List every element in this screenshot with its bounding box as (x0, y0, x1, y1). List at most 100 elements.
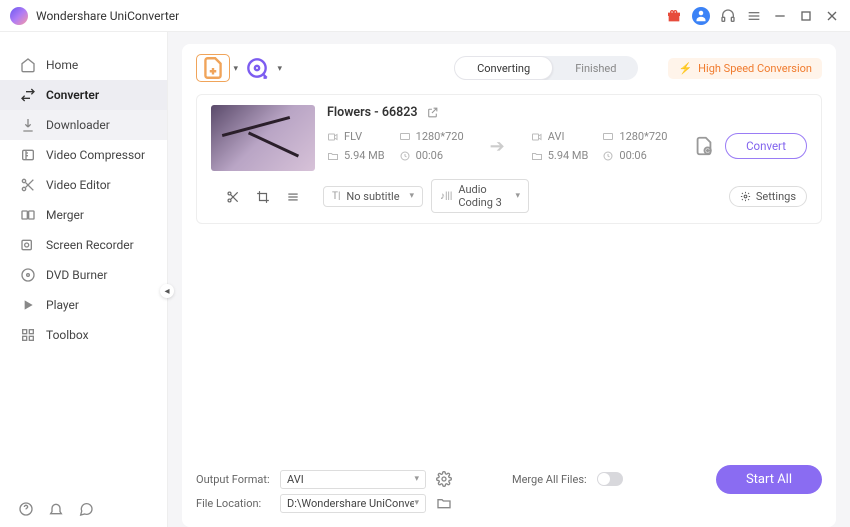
gift-icon[interactable] (666, 8, 682, 24)
file-location-select[interactable]: D:\Wondershare UniConverter 1▾ (280, 494, 426, 513)
help-icon[interactable] (18, 501, 34, 517)
screen-icon (602, 131, 614, 143)
sidebar-item-compressor[interactable]: Video Compressor (0, 140, 167, 170)
sidebar: Home Converter Downloader Video Compress… (0, 32, 168, 527)
audio-icon: ♪||| (440, 191, 452, 202)
chevron-down-icon: ▾ (233, 64, 238, 74)
headset-icon[interactable] (720, 8, 736, 24)
external-link-icon[interactable] (426, 106, 439, 119)
output-settings-icon[interactable] (693, 135, 715, 157)
src-size: 5.94 MB (327, 149, 385, 162)
converter-icon (20, 87, 36, 103)
tab-label: Converting (477, 62, 530, 75)
menu-icon[interactable] (746, 8, 762, 24)
maximize-button[interactable] (798, 8, 814, 24)
sidebar-label: Downloader (46, 118, 110, 132)
compressor-icon (20, 147, 36, 163)
bolt-icon: ⚡ (678, 62, 692, 75)
file-location-label: File Location: (196, 497, 270, 510)
crop-icon[interactable] (256, 189, 270, 203)
src-format: FLV (327, 130, 385, 143)
chevron-down-icon: ▾ (515, 191, 520, 201)
sidebar-item-converter[interactable]: Converter (0, 80, 167, 110)
tab-label: Finished (575, 62, 616, 75)
video-thumbnail[interactable] (211, 105, 315, 171)
video-icon (327, 131, 339, 143)
trim-icon[interactable] (226, 189, 240, 203)
sidebar-label: Screen Recorder (46, 238, 134, 252)
toolbar: ▾ ▾ Converting Finished ⚡High Speed Conv… (182, 44, 836, 90)
high-speed-button[interactable]: ⚡High Speed Conversion (668, 58, 822, 79)
chevron-down-icon: ▾ (414, 474, 419, 484)
sidebar-label: Player (46, 298, 79, 312)
dst-res: 1280*720 (602, 130, 667, 143)
sidebar-item-dvd[interactable]: DVD Burner (0, 260, 167, 290)
chevron-down-icon: ▾ (414, 498, 419, 508)
download-icon (20, 117, 36, 133)
sidebar-item-merger[interactable]: Merger (0, 200, 167, 230)
sidebar-label: Video Editor (46, 178, 111, 192)
collapse-sidebar-button[interactable]: ◂ (160, 284, 174, 298)
sidebar-item-player[interactable]: Player (0, 290, 167, 320)
sidebar-item-toolbox[interactable]: Toolbox (0, 320, 167, 350)
play-icon (20, 297, 36, 313)
sidebar-item-recorder[interactable]: Screen Recorder (0, 230, 167, 260)
tab-converting[interactable]: Converting (454, 56, 553, 80)
sidebar-item-downloader[interactable]: Downloader (0, 110, 167, 140)
sidebar-item-home[interactable]: Home (0, 50, 167, 80)
sidebar-label: Video Compressor (46, 148, 145, 162)
chat-icon[interactable] (78, 501, 94, 517)
user-avatar[interactable] (692, 7, 710, 25)
sidebar-label: Toolbox (46, 328, 89, 342)
audio-dropdown[interactable]: ♪|||Audio Coding 3▾ (431, 179, 529, 213)
home-icon (20, 57, 36, 73)
src-dur: 00:06 (399, 149, 464, 162)
output-format-label: Output Format: (196, 473, 270, 486)
add-dvd-button[interactable]: ▾ (240, 54, 274, 82)
settings-button[interactable]: Settings (729, 186, 807, 207)
sidebar-label: Converter (46, 88, 99, 102)
sidebar-label: DVD Burner (46, 268, 107, 282)
toolbox-icon (20, 327, 36, 343)
scissors-icon (20, 177, 36, 193)
sidebar-label: Home (46, 58, 78, 72)
gear-icon (740, 191, 751, 202)
merge-label: Merge All Files: (512, 473, 587, 486)
arrow-right-icon: ➔ (490, 136, 505, 157)
folder-icon (327, 150, 339, 162)
start-all-button[interactable]: Start All (716, 465, 822, 494)
clock-icon (602, 150, 614, 162)
recorder-icon (20, 237, 36, 253)
main-area: ▾ ▾ Converting Finished ⚡High Speed Conv… (168, 32, 850, 527)
file-card: Flowers - 66823 FLV 5.94 MB 1280*720 00:… (196, 94, 822, 224)
format-settings-icon[interactable] (436, 471, 452, 487)
convert-button[interactable]: Convert (725, 133, 807, 159)
effects-icon[interactable] (286, 189, 300, 203)
bell-icon[interactable] (48, 501, 64, 517)
sidebar-label: Merger (46, 208, 84, 222)
file-title: Flowers - 66823 (327, 105, 418, 120)
minimize-button[interactable] (772, 8, 788, 24)
output-format-select[interactable]: AVI▾ (280, 470, 426, 489)
sidebar-item-editor[interactable]: Video Editor (0, 170, 167, 200)
dvd-icon (20, 267, 36, 283)
screen-icon (399, 131, 411, 143)
subtitle-dropdown[interactable]: T|No subtitle▾ (323, 186, 423, 207)
dst-format: AVI (531, 130, 589, 143)
chevron-down-icon: ▾ (277, 64, 282, 74)
add-file-button[interactable]: ▾ (196, 54, 230, 82)
folder-icon (531, 150, 543, 162)
tab-finished[interactable]: Finished (553, 56, 638, 80)
app-title: Wondershare UniConverter (36, 9, 179, 23)
video-icon (531, 131, 543, 143)
open-folder-icon[interactable] (436, 495, 452, 511)
app-logo (10, 7, 28, 25)
file-title-row: Flowers - 66823 (327, 105, 807, 120)
footer: Output Format: AVI▾ Merge All Files: Sta… (182, 457, 836, 527)
merge-toggle[interactable] (597, 472, 623, 486)
src-res: 1280*720 (399, 130, 464, 143)
close-button[interactable] (824, 8, 840, 24)
titlebar: Wondershare UniConverter (0, 0, 850, 32)
chevron-down-icon: ▾ (409, 191, 414, 201)
merger-icon (20, 207, 36, 223)
